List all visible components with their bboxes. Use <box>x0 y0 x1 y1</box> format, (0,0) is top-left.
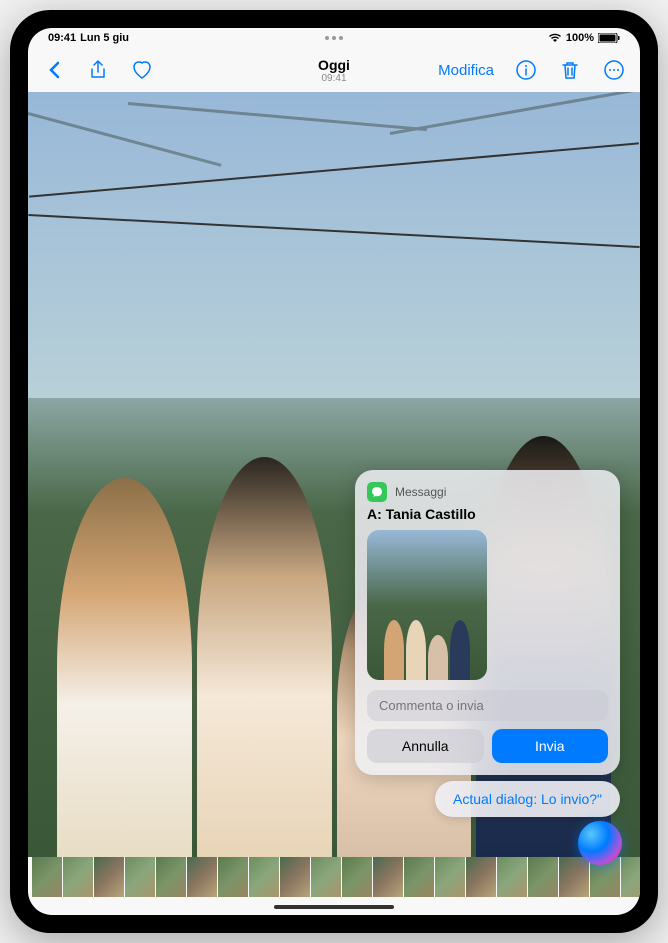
messages-app-icon <box>367 482 387 502</box>
thumbnail[interactable] <box>125 857 155 897</box>
thumbnail[interactable] <box>342 857 372 897</box>
favorite-button[interactable] <box>130 58 154 82</box>
status-right: 100% <box>548 32 620 44</box>
thumbnail[interactable] <box>404 857 434 897</box>
thumbnail[interactable] <box>528 857 558 897</box>
siri-messages-popup: Messaggi A: Tania Castillo Annulla Invia <box>355 470 620 775</box>
status-bar: 09:41 Lun 5 giu 100% <box>28 28 640 48</box>
thumbnail[interactable] <box>32 857 62 897</box>
thumbnail[interactable] <box>311 857 341 897</box>
thumbnail[interactable] <box>466 857 496 897</box>
status-date: Lun 5 giu <box>80 32 129 44</box>
edit-button[interactable]: Modifica <box>438 62 494 79</box>
multitask-dots[interactable] <box>325 36 343 40</box>
info-button[interactable] <box>514 58 538 82</box>
status-time: 09:41 <box>48 32 76 44</box>
screen: 09:41 Lun 5 giu 100% <box>28 28 640 915</box>
thumbnail[interactable] <box>218 857 248 897</box>
toolbar-title: Oggi <box>318 57 350 73</box>
message-comment-input[interactable] <box>367 690 608 721</box>
thumbnail[interactable] <box>187 857 217 897</box>
thumbnail[interactable] <box>559 857 589 897</box>
ipad-device-frame: 09:41 Lun 5 giu 100% <box>10 10 658 933</box>
toolbar-title-area: Oggi 09:41 <box>318 57 350 84</box>
share-button[interactable] <box>86 58 110 82</box>
thumbnail[interactable] <box>280 857 310 897</box>
back-button[interactable] <box>42 58 66 82</box>
battery-icon <box>598 33 620 43</box>
thumbnail[interactable] <box>249 857 279 897</box>
thumbnail[interactable] <box>435 857 465 897</box>
thumbnail[interactable] <box>373 857 403 897</box>
send-button[interactable]: Invia <box>492 729 609 763</box>
toolbar-subtitle: 09:41 <box>318 73 350 84</box>
popup-recipient: A: Tania Castillo <box>367 506 608 522</box>
more-button[interactable] <box>602 58 626 82</box>
message-attachment-thumbnail[interactable] <box>367 530 487 680</box>
siri-dialog-bubble: Actual dialog: Lo invio?" <box>435 781 620 817</box>
battery-percent: 100% <box>566 32 594 44</box>
delete-button[interactable] <box>558 58 582 82</box>
toolbar: Oggi 09:41 Modifica <box>28 48 640 92</box>
thumbnail[interactable] <box>621 857 640 897</box>
thumbnail-strip[interactable] <box>28 857 640 897</box>
siri-dialog-text: Actual dialog: Lo invio?" <box>453 791 602 807</box>
home-indicator[interactable] <box>274 905 394 909</box>
siri-orb-button[interactable] <box>578 821 622 865</box>
cancel-button[interactable]: Annulla <box>367 729 484 763</box>
thumbnail[interactable] <box>156 857 186 897</box>
popup-app-name: Messaggi <box>395 485 446 499</box>
thumbnail[interactable] <box>497 857 527 897</box>
status-left: 09:41 Lun 5 giu <box>48 32 129 44</box>
thumbnail[interactable] <box>94 857 124 897</box>
wifi-icon <box>548 33 562 43</box>
thumbnail[interactable] <box>63 857 93 897</box>
